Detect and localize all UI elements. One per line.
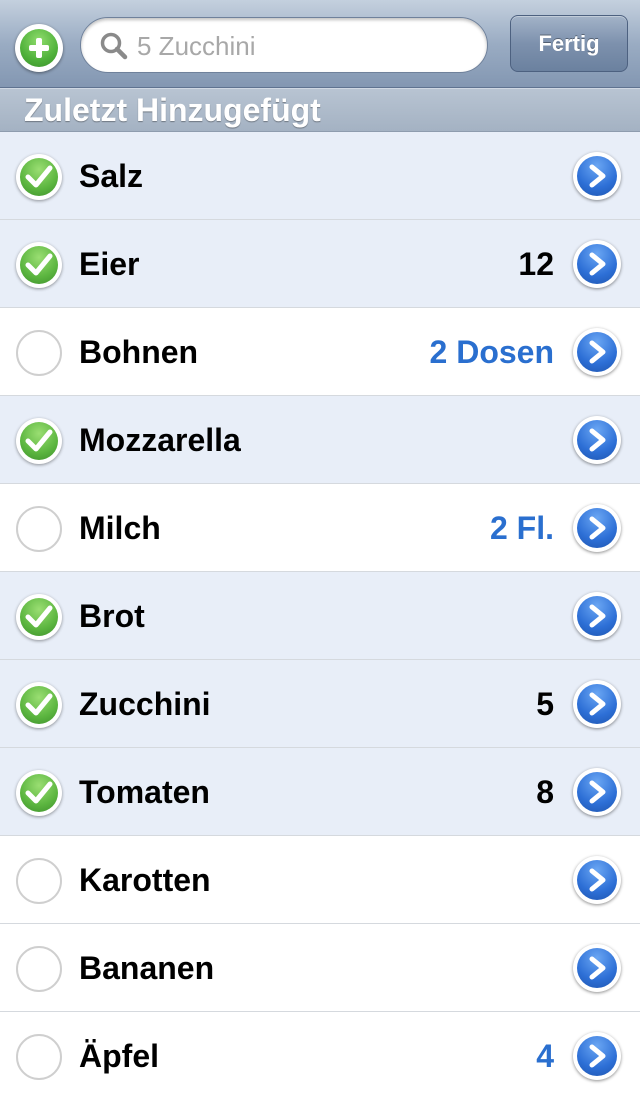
item-name: Brot [79,598,145,634]
item-quantity: 4 [536,1038,554,1074]
list-item[interactable]: Brot [0,572,640,660]
checked-checkbox[interactable] [16,418,62,464]
list-item[interactable]: Salz [0,132,640,220]
chevron-glyph [589,340,606,364]
add-item-button[interactable] [15,24,63,72]
chevron-glyph [589,428,606,452]
list-item[interactable]: Bohnen 2 Dosen [0,308,640,396]
list-item[interactable]: Tomaten 8 [0,748,640,836]
unchecked-checkbox[interactable] [16,330,62,376]
item-name: Bohnen [79,334,199,370]
detail-disclosure-button[interactable] [573,240,621,288]
chevron-glyph [589,956,606,980]
checked-checkbox[interactable] [16,594,62,640]
list-item[interactable]: Äpfel 4 [0,1012,640,1096]
plus-icon [20,29,58,67]
search-field[interactable] [80,17,488,73]
item-quantity: 2 Dosen [429,334,554,370]
check-glyph [25,693,53,716]
item-name: Mozzarella [79,422,241,458]
chevron-glyph [589,604,606,628]
chevron-glyph [589,516,606,540]
detail-disclosure-button[interactable] [573,328,621,376]
chevron-glyph [589,780,606,804]
detail-disclosure-button[interactable] [573,680,621,728]
item-quantity: 8 [536,774,554,810]
top-toolbar: Fertig [0,0,640,88]
check-glyph [25,605,53,628]
chevron-glyph [589,692,606,716]
done-button[interactable]: Fertig [510,15,628,72]
list-item[interactable]: Karotten [0,836,640,924]
chevron-glyph [589,252,606,276]
detail-disclosure-button[interactable] [573,152,621,200]
unchecked-checkbox[interactable] [16,506,62,552]
check-glyph [25,429,53,452]
shopping-list: Salz Eier 12 Bohnen 2 Dosen Mozzarella Milch 2 … [0,132,640,1096]
search-input[interactable] [137,27,467,65]
checked-checkbox[interactable] [16,682,62,728]
item-name: Eier [79,246,140,282]
item-name: Äpfel [79,1038,159,1074]
detail-disclosure-button[interactable] [573,504,621,552]
list-item[interactable]: Bananen [0,924,640,1012]
unchecked-checkbox[interactable] [16,946,62,992]
list-item[interactable]: Zucchini 5 [0,660,640,748]
list-item[interactable]: Milch 2 Fl. [0,484,640,572]
unchecked-checkbox[interactable] [16,1034,62,1080]
item-quantity: 12 [518,246,554,282]
list-item[interactable]: Eier 12 [0,220,640,308]
check-glyph [25,165,53,188]
item-name: Milch [79,510,161,546]
item-name: Karotten [79,862,211,898]
detail-disclosure-button[interactable] [573,416,621,464]
item-name: Tomaten [79,774,210,810]
section-header: Zuletzt Hinzugefügt [0,88,640,132]
chevron-glyph [589,1044,606,1068]
checked-checkbox[interactable] [16,770,62,816]
detail-disclosure-button[interactable] [573,1032,621,1080]
search-icon [100,32,128,60]
item-name: Zucchini [79,686,211,722]
item-quantity: 2 Fl. [489,510,554,546]
chevron-glyph [589,868,606,892]
detail-disclosure-button[interactable] [573,856,621,904]
item-name: Bananen [79,950,215,986]
detail-disclosure-button[interactable] [573,768,621,816]
checked-checkbox[interactable] [16,154,62,200]
check-glyph [25,253,53,276]
detail-disclosure-button[interactable] [573,592,621,640]
detail-disclosure-button[interactable] [573,944,621,992]
checked-checkbox[interactable] [16,242,62,288]
unchecked-checkbox[interactable] [16,858,62,904]
item-quantity: 5 [536,686,554,722]
item-name: Salz [79,158,144,194]
chevron-glyph [589,164,606,188]
check-glyph [25,781,53,804]
list-item[interactable]: Mozzarella [0,396,640,484]
